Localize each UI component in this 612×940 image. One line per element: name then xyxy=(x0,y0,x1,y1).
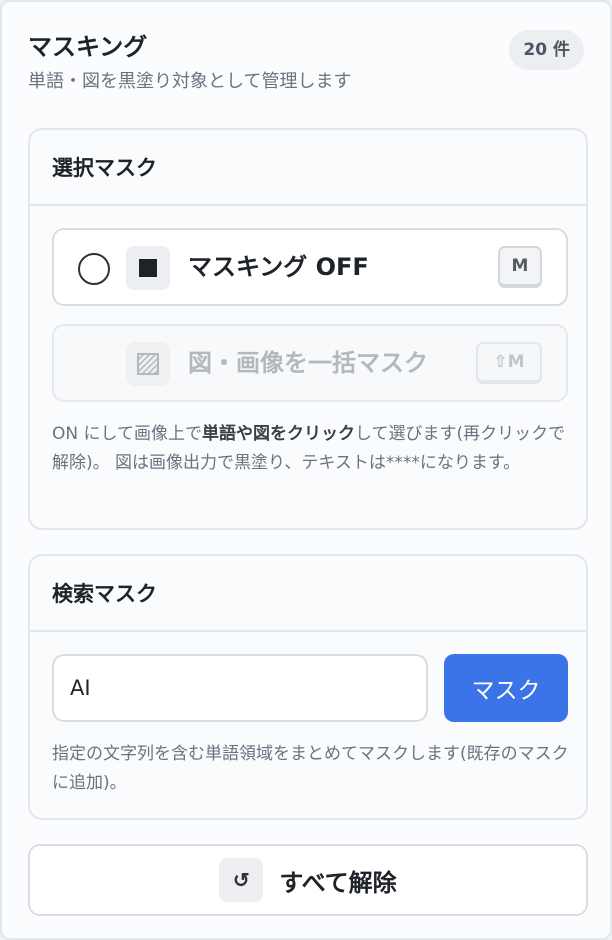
help-prefix: ON にして画像上で xyxy=(52,424,202,444)
masking-toggle[interactable]: マスキング OFF M xyxy=(52,228,568,306)
search-mask-title: 検索マスク xyxy=(30,556,586,632)
bulk-figure-mask-shortcut: ⇧M xyxy=(476,342,542,384)
panel-header: マスキング 単語・図を黒塗り対象として管理します 20 件 xyxy=(28,30,584,100)
bulk-figure-mask-button[interactable]: 図・画像を一括マスク ⇧M xyxy=(52,324,568,402)
clear-all-button[interactable]: ↺ すべて解除 xyxy=(28,844,588,916)
masking-panel: マスキング 単語・図を黒塗り対象として管理します 20 件 選択マスク マスキン… xyxy=(0,0,612,940)
masking-toggle-shortcut: M xyxy=(498,246,542,288)
filled-square-icon xyxy=(126,246,170,290)
masking-toggle-radio[interactable] xyxy=(78,253,110,285)
hatched-square-icon xyxy=(126,342,170,386)
bulk-figure-mask-label: 図・画像を一括マスク xyxy=(188,349,428,377)
search-mask-card: 検索マスク マスク 指定の文字列を含む単語領域をまとめてマスクします(既存のマス… xyxy=(28,554,588,820)
selection-mask-card: 選択マスク マスキング OFF M 図・画像を一括マスク ⇧M ON にして画像… xyxy=(28,128,588,530)
masking-toggle-label: マスキング OFF xyxy=(188,253,369,281)
count-badge: 20 件 xyxy=(509,30,584,70)
mask-button[interactable]: マスク xyxy=(444,654,568,722)
help-bold: 単語や図をクリック xyxy=(202,424,355,444)
panel-subtitle: 単語・図を黒塗り対象として管理します xyxy=(28,71,352,92)
undo-icon: ↺ xyxy=(219,858,264,902)
clear-all-label: すべて解除 xyxy=(279,868,397,897)
selection-mask-title: 選択マスク xyxy=(30,130,586,206)
panel-title: マスキング xyxy=(28,33,148,61)
search-mask-input[interactable] xyxy=(52,654,428,722)
selection-mask-help: ON にして画像上で単語や図をクリックして選びます(再クリックで解除)。 図は画… xyxy=(52,420,570,478)
search-mask-help: 指定の文字列を含む単語領域をまとめてマスクします(既存のマスクに追加)。 xyxy=(52,744,569,793)
